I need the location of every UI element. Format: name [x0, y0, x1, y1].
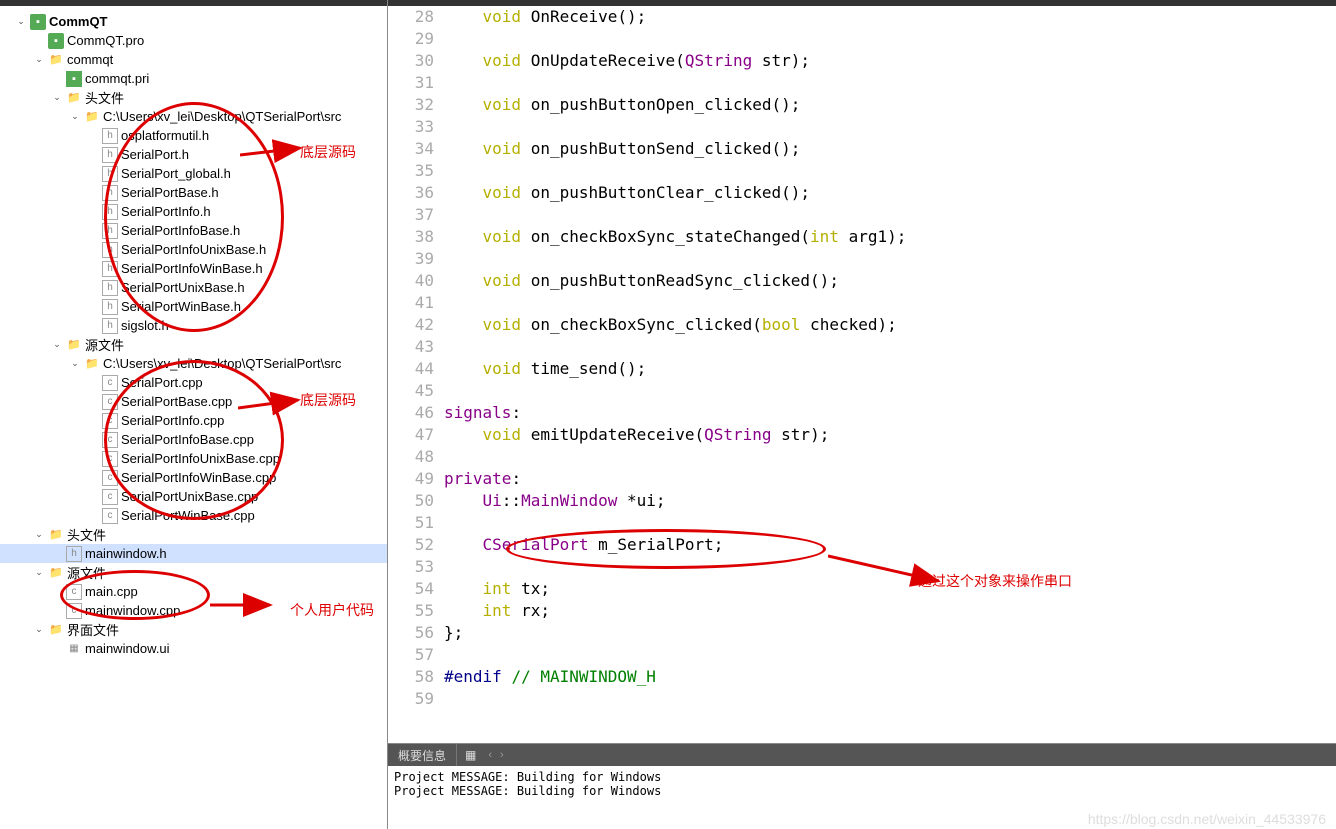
output-tab-summary[interactable]: 概要信息 — [388, 747, 456, 764]
code-content[interactable]: void OnReceive(); void OnUpdateReceive(Q… — [444, 6, 1336, 743]
tree-item[interactable]: cSerialPortInfoUnixBase.cpp — [0, 449, 387, 468]
tree-item[interactable]: ⌄📁头文件 — [0, 525, 387, 544]
tree-item[interactable]: ⌄📁C:\Users\xv_lei\Desktop\QTSerialPort\s… — [0, 354, 387, 373]
tree-item[interactable]: hSerialPortUnixBase.h — [0, 278, 387, 297]
tree-item[interactable]: hSerialPort_global.h — [0, 164, 387, 183]
tree-item[interactable]: hsigslot.h — [0, 316, 387, 335]
tree-item[interactable]: ▦mainwindow.ui — [0, 639, 387, 658]
watermark: https://blog.csdn.net/weixin_44533976 — [1088, 811, 1326, 827]
tree-item[interactable]: cSerialPortInfoWinBase.cpp — [0, 468, 387, 487]
tree-item[interactable]: cSerialPortInfoBase.cpp — [0, 430, 387, 449]
tree-item[interactable]: ⌄📁界面文件 — [0, 620, 387, 639]
tree-item[interactable]: hSerialPortWinBase.h — [0, 297, 387, 316]
tree-item[interactable]: cmain.cpp — [0, 582, 387, 601]
tree-item[interactable]: ⌄▪CommQT — [0, 12, 387, 31]
output-next-icon[interactable]: › — [496, 749, 508, 761]
code-editor[interactable]: 2829303132333435363738394041424344454647… — [388, 6, 1336, 743]
tree-item[interactable]: hSerialPortInfo.h — [0, 202, 387, 221]
tree-item[interactable]: ▪commqt.pri — [0, 69, 387, 88]
tree-item[interactable]: ⌄📁源文件 — [0, 563, 387, 582]
tree-item[interactable]: cSerialPortWinBase.cpp — [0, 506, 387, 525]
tree-item[interactable]: ⌄📁C:\Users\xv_lei\Desktop\QTSerialPort\s… — [0, 107, 387, 126]
tree-item[interactable]: cSerialPortInfo.cpp — [0, 411, 387, 430]
tree-item[interactable]: ⌄📁commqt — [0, 50, 387, 69]
tree-item[interactable]: hosplatformutil.h — [0, 126, 387, 145]
tree-item[interactable]: hSerialPortInfoBase.h — [0, 221, 387, 240]
tree-item[interactable]: hSerialPort.h — [0, 145, 387, 164]
tree-item[interactable]: hSerialPortBase.h — [0, 183, 387, 202]
tree-item[interactable]: cmainwindow.cpp — [0, 601, 387, 620]
project-sidebar: ⌄▪CommQT▪CommQT.pro⌄📁commqt▪commqt.pri⌄📁… — [0, 0, 388, 829]
tree-item[interactable]: cSerialPort.cpp — [0, 373, 387, 392]
output-prev-icon[interactable]: ‹ — [484, 749, 496, 761]
tree-item[interactable]: ⌄📁源文件 — [0, 335, 387, 354]
project-tree[interactable]: ⌄▪CommQT▪CommQT.pro⌄📁commqt▪commqt.pri⌄📁… — [0, 6, 387, 658]
tree-item[interactable]: hSerialPortInfoWinBase.h — [0, 259, 387, 278]
tree-item[interactable]: ⌄📁头文件 — [0, 88, 387, 107]
tree-item[interactable]: hmainwindow.h — [0, 544, 387, 563]
tree-item[interactable]: cSerialPortUnixBase.cpp — [0, 487, 387, 506]
tree-item[interactable]: ▪CommQT.pro — [0, 31, 387, 50]
line-gutter: 2829303132333435363738394041424344454647… — [388, 6, 444, 743]
tree-item[interactable]: cSerialPortBase.cpp — [0, 392, 387, 411]
tree-item[interactable]: hSerialPortInfoUnixBase.h — [0, 240, 387, 259]
output-icon[interactable]: ▦ — [457, 748, 484, 762]
main-area: 2829303132333435363738394041424344454647… — [388, 0, 1336, 829]
output-tabs[interactable]: 概要信息 ▦ ‹ › — [388, 744, 1336, 766]
